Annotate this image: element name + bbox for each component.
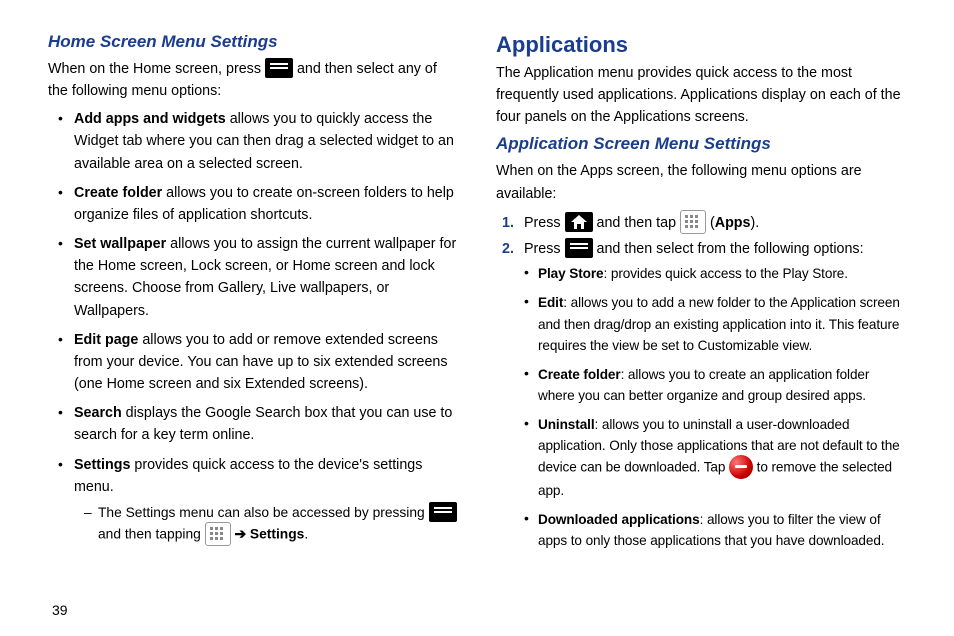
desc: : provides quick access to the Play Stor…: [604, 266, 848, 281]
home-screen-menu-heading: Home Screen Menu Settings: [48, 32, 458, 52]
term: Create folder: [74, 185, 162, 201]
apps-intro: When on the Apps screen, the following m…: [496, 160, 906, 204]
sub-item: The Settings menu can also be accessed b…: [86, 502, 458, 547]
term: Edit page: [74, 332, 138, 348]
home-options-list: Add apps and widgets allows you to quick…: [48, 108, 458, 547]
term: Set wallpaper: [74, 236, 166, 252]
arrow-icon: ➔: [234, 527, 246, 542]
term: Search: [74, 405, 122, 421]
step-1: Press and then tap (Apps).: [524, 211, 906, 235]
term: Play Store: [538, 266, 604, 281]
menu-icon: [265, 58, 293, 78]
menu-icon: [429, 502, 457, 522]
intro-text-a: When on the Home screen, press: [48, 61, 265, 77]
right-column: Applications The Application menu provid…: [496, 32, 906, 559]
steps-list: Press and then tap (Apps). Press and the…: [496, 211, 906, 551]
sub-a: The Settings menu can also be accessed b…: [98, 505, 429, 520]
s2b: and then select from the following optio…: [597, 241, 864, 257]
applications-intro: The Application menu provides quick acce…: [496, 62, 906, 128]
term: Create folder: [538, 367, 621, 382]
term: Uninstall: [538, 417, 595, 432]
applications-heading: Applications: [496, 32, 906, 58]
list-item: Downloaded applications: allows you to f…: [526, 509, 906, 551]
sub-b: and then tapping: [98, 527, 205, 542]
options-list: Play Store: provides quick access to the…: [524, 263, 906, 551]
term: Edit: [538, 295, 563, 310]
term: Settings: [74, 457, 130, 473]
s2a: Press: [524, 241, 565, 257]
s1a: Press: [524, 215, 565, 231]
home-intro: When on the Home screen, press and then …: [48, 58, 458, 102]
list-item: Set wallpaper allows you to assign the c…: [62, 233, 458, 322]
list-item: Add apps and widgets allows you to quick…: [62, 108, 458, 174]
menu-icon: [565, 238, 593, 258]
list-item: Play Store: provides quick access to the…: [526, 263, 906, 284]
app-screen-menu-heading: Application Screen Menu Settings: [496, 134, 906, 154]
term: Add apps and widgets: [74, 111, 226, 127]
page-number: 39: [52, 602, 68, 618]
list-item: Create folder: allows you to create an a…: [526, 364, 906, 406]
list-item: Create folder allows you to create on-sc…: [62, 182, 458, 226]
desc: : allows you to add a new folder to the …: [538, 295, 900, 352]
left-column: Home Screen Menu Settings When on the Ho…: [48, 32, 458, 559]
list-item: Edit: allows you to add a new folder to …: [526, 292, 906, 355]
home-icon: [565, 212, 593, 232]
settings-label: Settings: [250, 527, 304, 542]
list-item: Settings provides quick access to the de…: [62, 454, 458, 548]
step-2: Press and then select from the following…: [524, 237, 906, 551]
apps-label: Apps: [715, 215, 751, 231]
s1e: ).: [751, 215, 760, 231]
desc: displays the Google Search box that you …: [74, 405, 452, 443]
apps-grid-icon: [680, 210, 706, 234]
list-item: Search displays the Google Search box th…: [62, 402, 458, 446]
apps-grid-icon: [205, 522, 231, 546]
list-item: Uninstall: allows you to uninstall a use…: [526, 414, 906, 501]
remove-icon: [729, 455, 753, 479]
term: Downloaded applications: [538, 512, 700, 527]
list-item: Edit page allows you to add or remove ex…: [62, 329, 458, 395]
s1b: and then tap: [597, 215, 680, 231]
